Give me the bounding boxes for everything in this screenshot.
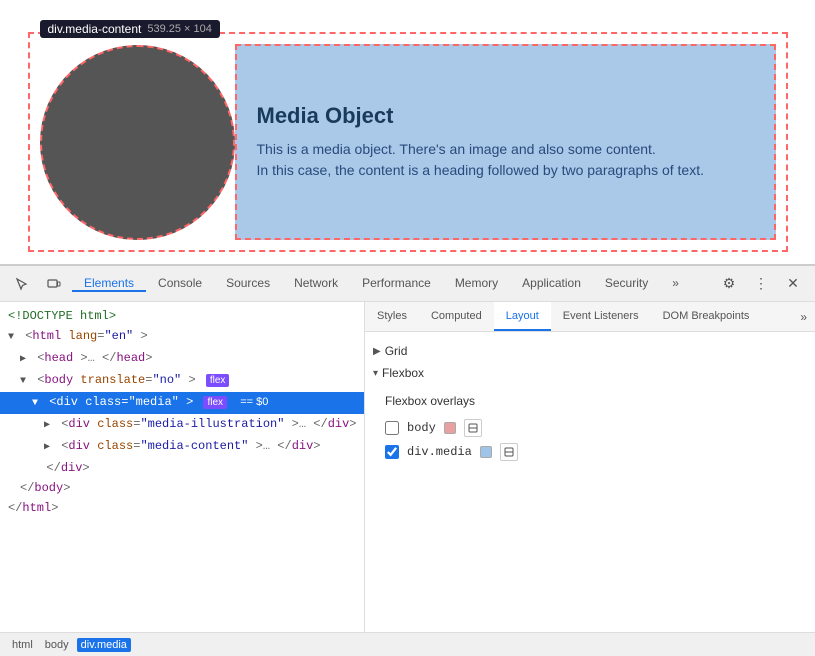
breadcrumb-bar: html body div.media bbox=[0, 632, 815, 656]
overlay-body-label: body bbox=[407, 421, 436, 435]
expand-triangle[interactable]: ▶ bbox=[44, 417, 54, 435]
expand-triangle[interactable]: ▶ bbox=[44, 439, 54, 457]
breadcrumb-div-media[interactable]: div.media bbox=[77, 638, 131, 652]
tab-elements[interactable]: Elements bbox=[72, 276, 146, 292]
tab-layout[interactable]: Layout bbox=[494, 302, 551, 331]
layout-content: ▶ Grid ▾ Flexbox Flexbox overlays body bbox=[365, 332, 815, 632]
media-text-2: In this case, the content is a heading f… bbox=[257, 160, 754, 181]
media-illustration bbox=[40, 45, 235, 240]
tab-security[interactable]: Security bbox=[593, 276, 660, 292]
cursor-icon[interactable] bbox=[8, 270, 36, 298]
tab-network[interactable]: Network bbox=[282, 276, 350, 292]
grid-label: Grid bbox=[385, 344, 408, 358]
flex-badge[interactable]: flex bbox=[206, 374, 230, 387]
media-content-box: Media Object This is a media object. The… bbox=[235, 44, 776, 240]
breadcrumb-html[interactable]: html bbox=[8, 638, 37, 652]
elements-panel: <!DOCTYPE html> ▼ <html lang="en" > ▶ <h… bbox=[0, 302, 365, 632]
tab-overflow[interactable]: » bbox=[660, 276, 691, 292]
overlay-body-checkbox[interactable] bbox=[385, 421, 399, 435]
div-illustration-line[interactable]: ▶ <div class="media-illustration" >… </d… bbox=[0, 414, 364, 436]
div-close-line[interactable]: </div> bbox=[0, 458, 364, 478]
tab-application[interactable]: Application bbox=[510, 276, 593, 292]
body-close-line[interactable]: </body> bbox=[0, 478, 364, 498]
flex-badge[interactable]: flex bbox=[203, 396, 227, 409]
tooltip-element-name: div.media-content bbox=[48, 22, 142, 36]
overlay-body-color[interactable] bbox=[444, 422, 456, 434]
more-options-icon[interactable]: ⋮ bbox=[747, 270, 775, 298]
body-line[interactable]: ▼ <body translate="no" > flex bbox=[0, 370, 364, 392]
tab-performance[interactable]: Performance bbox=[350, 276, 443, 292]
settings-icon[interactable]: ⚙ bbox=[715, 270, 743, 298]
head-line[interactable]: ▶ <head >… </head> bbox=[0, 348, 364, 370]
tab-computed[interactable]: Computed bbox=[419, 302, 494, 331]
tab-memory[interactable]: Memory bbox=[443, 276, 510, 292]
media-text-1: This is a media object. There's an image… bbox=[257, 139, 754, 160]
overlay-div-media-icon-btn[interactable] bbox=[500, 443, 518, 461]
device-toggle-icon[interactable] bbox=[40, 270, 68, 298]
overlay-row-body: body bbox=[385, 416, 795, 440]
doctype-line[interactable]: <!DOCTYPE html> bbox=[0, 306, 364, 326]
devtools-toolbar: Elements Console Sources Network Perform… bbox=[0, 266, 815, 302]
overlay-row-div-media: div.media bbox=[385, 440, 795, 464]
div-content-line[interactable]: ▶ <div class="media-content" >… </div> bbox=[0, 436, 364, 458]
flexbox-overlays-title: Flexbox overlays bbox=[385, 390, 795, 416]
tab-console[interactable]: Console bbox=[146, 276, 214, 292]
grid-section-header[interactable]: ▶ Grid bbox=[365, 340, 815, 362]
html-open-line[interactable]: ▼ <html lang="en" > bbox=[0, 326, 364, 348]
grid-triangle: ▶ bbox=[373, 346, 381, 357]
dollar-sign: == $0 bbox=[240, 396, 268, 408]
devtools-main: <!DOCTYPE html> ▼ <html lang="en" > ▶ <h… bbox=[0, 302, 815, 632]
overlay-div-media-label: div.media bbox=[407, 445, 472, 459]
expand-triangle[interactable]: ▼ bbox=[8, 329, 18, 347]
tab-sources[interactable]: Sources bbox=[214, 276, 282, 292]
overlay-div-media-color[interactable] bbox=[480, 446, 492, 458]
devtools-panel: Elements Console Sources Network Perform… bbox=[0, 265, 815, 656]
expand-triangle[interactable]: ▶ bbox=[20, 351, 30, 369]
overlay-body-icon-btn[interactable] bbox=[464, 419, 482, 437]
flexbox-section-header[interactable]: ▾ Flexbox bbox=[365, 362, 815, 384]
expand-triangle[interactable]: ▼ bbox=[20, 373, 30, 391]
styles-tabs: Styles Computed Layout Event Listeners D… bbox=[365, 302, 815, 332]
tooltip-dimensions: 539.25 × 104 bbox=[147, 23, 212, 35]
styles-panel: Styles Computed Layout Event Listeners D… bbox=[365, 302, 815, 632]
toolbar-right: ⚙ ⋮ ✕ bbox=[715, 270, 807, 298]
breadcrumb-body[interactable]: body bbox=[41, 638, 73, 652]
flexbox-section-content: Flexbox overlays body bbox=[365, 384, 815, 470]
tab-dom-breakpoints[interactable]: DOM Breakpoints bbox=[651, 302, 762, 331]
flexbox-triangle: ▾ bbox=[373, 368, 378, 379]
html-close-line[interactable]: </html> bbox=[0, 498, 364, 518]
expand-triangle[interactable]: ▼ bbox=[32, 395, 42, 413]
tab-styles[interactable]: Styles bbox=[365, 302, 419, 331]
media-heading: Media Object bbox=[257, 103, 754, 129]
preview-area: div.media-content 539.25 × 104 Media Obj… bbox=[0, 0, 815, 265]
element-tooltip: div.media-content 539.25 × 104 bbox=[40, 20, 220, 38]
styles-tabs-overflow[interactable]: » bbox=[792, 302, 815, 331]
overlay-div-media-checkbox[interactable] bbox=[385, 445, 399, 459]
close-icon[interactable]: ✕ bbox=[779, 270, 807, 298]
devtools-tabs: Elements Console Sources Network Perform… bbox=[72, 276, 711, 292]
div-media-line[interactable]: ▼ <div class="media" > flex == $0 bbox=[0, 392, 364, 414]
tab-event-listeners[interactable]: Event Listeners bbox=[551, 302, 651, 331]
flexbox-label: Flexbox bbox=[382, 366, 424, 380]
preview-frame: div.media-content 539.25 × 104 Media Obj… bbox=[28, 32, 788, 252]
